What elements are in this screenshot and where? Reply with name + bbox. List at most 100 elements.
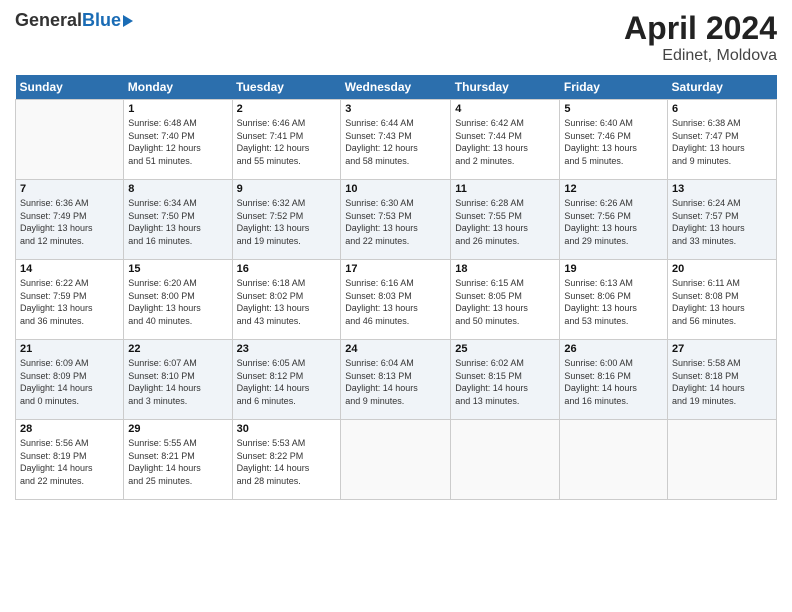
day-number: 28 bbox=[20, 423, 119, 435]
day-number: 21 bbox=[20, 343, 119, 355]
day-detail: Sunrise: 6:26 AMSunset: 7:56 PMDaylight:… bbox=[564, 197, 663, 247]
logo-arrow-icon bbox=[123, 15, 133, 27]
day-cell: 15Sunrise: 6:20 AMSunset: 8:00 PMDayligh… bbox=[124, 260, 232, 340]
day-detail: Sunrise: 6:34 AMSunset: 7:50 PMDaylight:… bbox=[128, 197, 227, 247]
day-cell: 16 Sunrise: 6:18 AMSunset: 8:02 PMDayligh… bbox=[232, 260, 341, 340]
day-number: 12 bbox=[564, 183, 663, 195]
day-number: 6 bbox=[672, 103, 772, 115]
col-header-sunday: Sunday bbox=[16, 75, 124, 100]
day-cell: 10Sunrise: 6:30 AMSunset: 7:53 PMDayligh… bbox=[341, 180, 451, 260]
day-cell bbox=[451, 420, 560, 500]
day-detail: Sunrise: 6:20 AMSunset: 8:00 PMDaylight:… bbox=[128, 277, 227, 327]
day-detail: Sunrise: 6:36 AMSunset: 7:49 PMDaylight:… bbox=[20, 197, 119, 247]
day-detail: Sunrise: 6:07 AMSunset: 8:10 PMDaylight:… bbox=[128, 357, 227, 407]
day-number: 18 bbox=[455, 263, 555, 275]
day-detail: Sunrise: 6:28 AMSunset: 7:55 PMDaylight:… bbox=[455, 197, 555, 247]
day-number: 7 bbox=[20, 183, 119, 195]
day-number: 26 bbox=[564, 343, 663, 355]
day-detail: Sunrise: 6:18 AMSunset: 8:02 PMDaylight:… bbox=[237, 277, 337, 327]
day-cell: 6 Sunrise: 6:38 AMSunset: 7:47 PMDaylight… bbox=[668, 100, 777, 180]
logo-general-text: General bbox=[15, 10, 82, 31]
col-header-thursday: Thursday bbox=[451, 75, 560, 100]
day-number: 8 bbox=[128, 183, 227, 195]
day-number: 29 bbox=[128, 423, 227, 435]
day-cell: 8 Sunrise: 6:34 AMSunset: 7:50 PMDaylight… bbox=[124, 180, 232, 260]
day-cell: 13 Sunrise: 6:24 AMSunset: 7:57 PMDayligh… bbox=[668, 180, 777, 260]
day-cell: 28 Sunrise: 5:56 AMSunset: 8:19 PMDayligh… bbox=[16, 420, 124, 500]
day-detail: Sunrise: 5:56 AMSunset: 8:19 PMDaylight:… bbox=[20, 437, 119, 487]
day-cell: 23 Sunrise: 6:05 AMSunset: 8:12 PMDayligh… bbox=[232, 340, 341, 420]
day-cell: 30 Sunrise: 5:53 AMSunset: 8:22 PMDayligh… bbox=[232, 420, 341, 500]
day-detail: Sunrise: 6:13 AMSunset: 8:06 PMDaylight:… bbox=[564, 277, 663, 327]
day-detail: Sunrise: 6:40 AMSunset: 7:46 PMDaylight:… bbox=[564, 117, 663, 167]
col-header-wednesday: Wednesday bbox=[341, 75, 451, 100]
day-number: 25 bbox=[455, 343, 555, 355]
day-cell: 2Sunrise: 6:46 AMSunset: 7:41 PMDaylight… bbox=[232, 100, 341, 180]
day-number: 13 bbox=[672, 183, 772, 195]
title-location: Edinet, Moldova bbox=[624, 47, 777, 65]
day-cell: 24 Sunrise: 6:04 AMSunset: 8:13 PMDayligh… bbox=[341, 340, 451, 420]
day-cell: 27 Sunrise: 5:58 AMSunset: 8:18 PMDayligh… bbox=[668, 340, 777, 420]
week-row-3: 14 Sunrise: 6:22 AMSunset: 7:59 PMDayligh… bbox=[16, 260, 777, 340]
calendar-table: SundayMondayTuesdayWednesdayThursdayFrid… bbox=[15, 75, 777, 500]
day-number: 17 bbox=[345, 263, 446, 275]
day-number: 19 bbox=[564, 263, 663, 275]
day-cell: 5 Sunrise: 6:40 AMSunset: 7:46 PMDaylight… bbox=[560, 100, 668, 180]
day-number: 2 bbox=[237, 103, 337, 115]
day-number: 24 bbox=[345, 343, 446, 355]
day-detail: Sunrise: 5:55 AMSunset: 8:21 PMDaylight:… bbox=[128, 437, 227, 487]
day-number: 11 bbox=[455, 183, 555, 195]
week-row-2: 7 Sunrise: 6:36 AMSunset: 7:49 PMDaylight… bbox=[16, 180, 777, 260]
day-detail: Sunrise: 6:38 AMSunset: 7:47 PMDaylight:… bbox=[672, 117, 772, 167]
day-detail: Sunrise: 6:42 AMSunset: 7:44 PMDaylight:… bbox=[455, 117, 555, 167]
logo-blue-text: Blue bbox=[82, 10, 121, 31]
col-header-tuesday: Tuesday bbox=[232, 75, 341, 100]
day-number: 30 bbox=[237, 423, 337, 435]
day-number: 20 bbox=[672, 263, 772, 275]
day-cell: 20 Sunrise: 6:11 AMSunset: 8:08 PMDayligh… bbox=[668, 260, 777, 340]
day-detail: Sunrise: 5:53 AMSunset: 8:22 PMDaylight:… bbox=[237, 437, 337, 487]
calendar-header-row: SundayMondayTuesdayWednesdayThursdayFrid… bbox=[16, 75, 777, 100]
day-number: 9 bbox=[237, 183, 337, 195]
day-cell: 3 Sunrise: 6:44 AMSunset: 7:43 PMDaylight… bbox=[341, 100, 451, 180]
day-number: 23 bbox=[237, 343, 337, 355]
day-cell bbox=[16, 100, 124, 180]
day-cell: 14 Sunrise: 6:22 AMSunset: 7:59 PMDayligh… bbox=[16, 260, 124, 340]
day-number: 27 bbox=[672, 343, 772, 355]
day-detail: Sunrise: 6:22 AMSunset: 7:59 PMDaylight:… bbox=[20, 277, 119, 327]
day-detail: Sunrise: 6:15 AMSunset: 8:05 PMDaylight:… bbox=[455, 277, 555, 327]
day-cell: 19 Sunrise: 6:13 AMSunset: 8:06 PMDayligh… bbox=[560, 260, 668, 340]
day-detail: Sunrise: 6:04 AMSunset: 8:13 PMDaylight:… bbox=[345, 357, 446, 407]
day-number: 22 bbox=[128, 343, 227, 355]
day-number: 14 bbox=[20, 263, 119, 275]
day-cell: 21 Sunrise: 6:09 AMSunset: 8:09 PMDayligh… bbox=[16, 340, 124, 420]
day-cell: 18 Sunrise: 6:15 AMSunset: 8:05 PMDayligh… bbox=[451, 260, 560, 340]
page-container: General Blue April 2024 Edinet, Moldova … bbox=[0, 0, 792, 510]
day-detail: Sunrise: 5:58 AMSunset: 8:18 PMDaylight:… bbox=[672, 357, 772, 407]
day-number: 3 bbox=[345, 103, 446, 115]
day-cell bbox=[560, 420, 668, 500]
title-month: April 2024 bbox=[624, 10, 777, 47]
day-cell: 12 Sunrise: 6:26 AMSunset: 7:56 PMDayligh… bbox=[560, 180, 668, 260]
day-detail: Sunrise: 6:09 AMSunset: 8:09 PMDaylight:… bbox=[20, 357, 119, 407]
day-number: 5 bbox=[564, 103, 663, 115]
day-number: 16 bbox=[237, 263, 337, 275]
day-cell: 26 Sunrise: 6:00 AMSunset: 8:16 PMDayligh… bbox=[560, 340, 668, 420]
day-cell: 4Sunrise: 6:42 AMSunset: 7:44 PMDaylight… bbox=[451, 100, 560, 180]
day-detail: Sunrise: 6:24 AMSunset: 7:57 PMDaylight:… bbox=[672, 197, 772, 247]
col-header-monday: Monday bbox=[124, 75, 232, 100]
day-detail: Sunrise: 6:11 AMSunset: 8:08 PMDaylight:… bbox=[672, 277, 772, 327]
col-header-saturday: Saturday bbox=[668, 75, 777, 100]
day-detail: Sunrise: 6:05 AMSunset: 8:12 PMDaylight:… bbox=[237, 357, 337, 407]
week-row-1: 1Sunrise: 6:48 AMSunset: 7:40 PMDaylight… bbox=[16, 100, 777, 180]
week-row-4: 21 Sunrise: 6:09 AMSunset: 8:09 PMDayligh… bbox=[16, 340, 777, 420]
week-row-5: 28 Sunrise: 5:56 AMSunset: 8:19 PMDayligh… bbox=[16, 420, 777, 500]
day-detail: Sunrise: 6:16 AMSunset: 8:03 PMDaylight:… bbox=[345, 277, 446, 327]
day-number: 10 bbox=[345, 183, 446, 195]
day-number: 1 bbox=[128, 103, 227, 115]
header: General Blue April 2024 Edinet, Moldova bbox=[15, 10, 777, 65]
title-block: April 2024 Edinet, Moldova bbox=[624, 10, 777, 65]
day-cell: 9Sunrise: 6:32 AMSunset: 7:52 PMDaylight… bbox=[232, 180, 341, 260]
day-detail: Sunrise: 6:44 AMSunset: 7:43 PMDaylight:… bbox=[345, 117, 446, 167]
day-detail: Sunrise: 6:00 AMSunset: 8:16 PMDaylight:… bbox=[564, 357, 663, 407]
